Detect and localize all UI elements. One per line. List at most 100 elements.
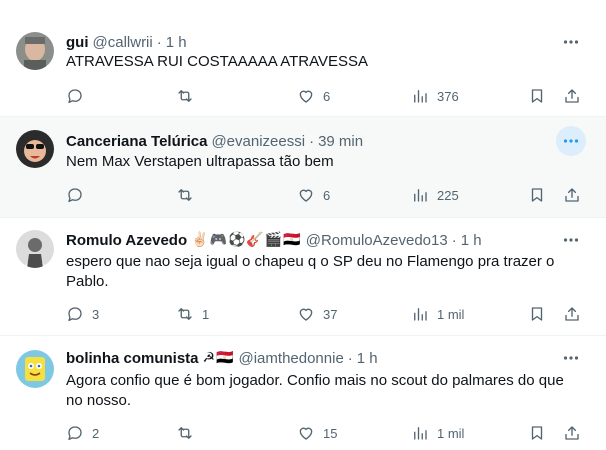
avatar[interactable] [16,32,54,70]
share-button[interactable] [563,304,581,324]
tweet-header: Romulo Azevedo ✌🏻🎮⚽🎸🎬🇪🇬 @RomuloAzevedo13… [66,230,482,250]
share-icon [565,426,579,440]
reply-button[interactable]: 3 [66,304,99,324]
tweet-header: gui @callwrii · 1 h [66,32,187,52]
views-button[interactable]: 1 mil [411,304,464,324]
share-icon [565,188,579,202]
avatar[interactable] [16,230,54,268]
bookmark-button[interactable] [528,185,546,205]
tweet-text: ATRAVESSA RUI COSTAAAAA ATRAVESSA [66,52,566,72]
like-button[interactable]: 37 [297,304,337,324]
display-name[interactable]: bolinha comunista [66,350,199,367]
tweet-text-line: Pablo. [66,273,109,290]
bookmark-button[interactable] [528,86,546,106]
like-count: 6 [323,187,331,203]
heart-icon [299,427,313,440]
tweet[interactable]: Canceriana Telúrica @evanizeessi · 39 mi… [0,117,606,218]
reply-icon [68,89,82,104]
display-name[interactable]: Canceriana Telúrica [66,133,207,150]
views-button[interactable]: 1 mil [411,423,464,443]
retweet-button[interactable]: 1 [176,304,209,324]
tweet-text-line: no nosso. [66,392,132,409]
like-count: 6 [323,88,331,104]
separator-dot: · [309,132,315,150]
heart-icon [299,308,313,321]
tweet-header: bolinha comunista ☭🇪🇬 @iamthedonnie · 1 … [66,348,378,368]
action-bar: 2 15 1 mil [66,423,586,443]
tweet[interactable]: Romulo Azevedo ✌🏻🎮⚽🎸🎬🇪🇬 @RomuloAzevedo13… [0,218,606,336]
like-button[interactable]: 15 [297,423,337,443]
retweet-icon [178,308,192,320]
view-count: 376 [437,88,459,104]
bookmark-icon [531,426,543,440]
like-count: 15 [323,425,338,441]
reply-count: 2 [92,425,100,441]
like-button[interactable]: 6 [297,185,330,205]
tweet-text-line: Nem Max Verstapen ultrapassa tão bem [66,153,334,170]
timestamp[interactable]: 39 min [318,133,363,150]
separator-dot: · [156,33,162,51]
retweet-icon [178,189,192,201]
share-icon [565,307,579,321]
tweet-text: Nem Max Verstapen ultrapassa tão bem [66,152,566,172]
timestamp[interactable]: 1 h [357,350,378,367]
display-name[interactable]: Romulo Azevedo [66,232,187,249]
share-button[interactable] [563,423,581,443]
user-handle[interactable]: @evanizeessi [211,133,305,150]
reply-icon [68,307,82,322]
more-icon [563,40,579,44]
tweet-text: espero que nao seja igual o chapeu q o S… [66,252,566,292]
tweet[interactable]: bolinha comunista ☭🇪🇬 @iamthedonnie · 1 … [0,336,606,450]
tweet-text: Agora confio que é bom jogador. Confio m… [66,371,566,411]
bookmark-icon [531,188,543,202]
reply-count: 3 [92,306,100,322]
action-bar: 6 225 [66,185,586,205]
retweet-icon [178,427,192,439]
views-button[interactable]: 225 [411,185,459,205]
avatar[interactable] [16,130,54,168]
heart-icon [299,90,313,103]
views-button[interactable]: 376 [411,86,459,106]
tweet-header: Canceriana Telúrica @evanizeessi · 39 mi… [66,131,363,151]
name-emojis: ✌🏻🎮⚽🎸🎬🇪🇬 [191,232,302,248]
avatar[interactable] [16,350,54,388]
user-handle[interactable]: @RomuloAzevedo13 [306,232,448,249]
bookmark-button[interactable] [528,423,546,443]
more-options-button[interactable] [556,225,586,255]
retweet-button[interactable] [176,86,202,106]
like-button[interactable]: 6 [297,86,330,106]
tweet-text-line: espero que nao seja igual o chapeu q o S… [66,253,555,270]
view-count: 1 mil [437,425,465,441]
user-handle[interactable]: @callwrii [93,34,153,51]
share-icon [565,89,579,103]
reply-button[interactable] [66,185,92,205]
reply-icon [68,188,82,203]
more-icon [563,238,579,242]
views-icon [414,427,427,440]
view-count: 1 mil [437,306,465,322]
like-count: 37 [323,306,338,322]
reply-button[interactable]: 2 [66,423,99,443]
separator-dot: · [451,231,457,249]
bookmark-button[interactable] [528,304,546,324]
heart-icon [299,189,313,202]
more-options-button[interactable] [556,343,586,373]
separator-dot: · [347,349,353,367]
timestamp[interactable]: 1 h [166,34,187,51]
name-emojis: ☭🇪🇬 [202,350,235,366]
action-bar: 6 376 [66,86,586,106]
retweet-button[interactable] [176,423,202,443]
views-icon [414,308,427,321]
retweet-button[interactable] [176,185,202,205]
more-icon [563,356,579,360]
reply-icon [68,426,82,441]
share-button[interactable] [563,185,581,205]
more-icon [563,139,579,143]
display-name[interactable]: gui [66,34,89,51]
timestamp[interactable]: 1 h [461,232,482,249]
retweet-icon [178,90,192,102]
user-handle[interactable]: @iamthedonnie [239,350,344,367]
share-button[interactable] [563,86,581,106]
tweet[interactable]: gui @callwrii · 1 h ATRAVESSA RUI COSTAA… [0,0,606,117]
reply-button[interactable] [66,86,92,106]
